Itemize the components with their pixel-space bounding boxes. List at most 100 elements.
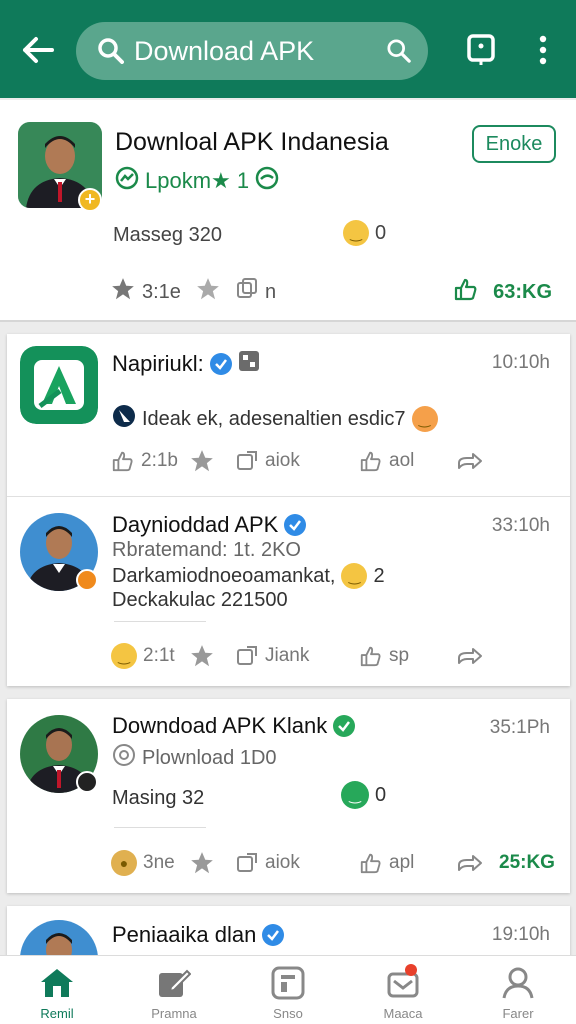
post-time: 33:10h bbox=[491, 515, 550, 536]
verified-icon bbox=[333, 715, 356, 737]
forward-icon[interactable] bbox=[457, 641, 483, 671]
post-author[interactable]: Downdoad APK Klank bbox=[112, 713, 356, 739]
post-line-2-text: Darkamiodnoeoamankat, bbox=[112, 564, 336, 587]
post-time: 35:1Ph bbox=[489, 717, 550, 738]
more-vert-icon[interactable] bbox=[526, 32, 560, 68]
divider bbox=[114, 827, 206, 828]
download-count-group[interactable]: 63:KG bbox=[453, 276, 552, 308]
like-action[interactable]: 2:1b bbox=[111, 446, 178, 476]
share-label: aiok bbox=[265, 450, 300, 471]
divider bbox=[114, 621, 206, 622]
post-time: 19:10h bbox=[491, 924, 550, 945]
trend-icon bbox=[115, 166, 139, 196]
reaction-action[interactable]: ● 3ne bbox=[111, 848, 175, 878]
post-line-3: Deckakulac 221500 bbox=[112, 589, 288, 611]
nav-label: Pramna bbox=[151, 1006, 197, 1021]
post-author-name: Downdoad APK Klank bbox=[112, 713, 328, 738]
post-actions: ● 3ne aiok apl 25:KG bbox=[111, 848, 555, 878]
smile-emoji-icon: ‿ bbox=[341, 781, 369, 809]
nav-home[interactable]: Remil bbox=[9, 964, 105, 1024]
reaction-group[interactable]: ‿ 0 bbox=[341, 781, 386, 809]
nav-label: Snso bbox=[273, 1006, 303, 1021]
post-author-name: Napiriukl: bbox=[112, 351, 204, 376]
post-time: 10:10h bbox=[491, 352, 550, 373]
nav-media[interactable]: Snso bbox=[240, 964, 336, 1024]
inbox-icon bbox=[383, 964, 423, 1002]
reaction-action[interactable]: ‿ 2:1t bbox=[111, 641, 175, 671]
share-action[interactable]: aiok bbox=[235, 848, 300, 878]
notification-dot-icon bbox=[405, 964, 417, 976]
search-icon bbox=[96, 36, 126, 66]
thumbs-action[interactable]: aol bbox=[359, 446, 414, 476]
post-actions: 2:1b aiok aol bbox=[111, 446, 551, 476]
star-icon[interactable] bbox=[110, 276, 136, 308]
reaction-count: 3ne bbox=[143, 852, 175, 873]
forward-count[interactable]: 25:KG bbox=[457, 848, 555, 878]
star-outline-icon[interactable] bbox=[195, 276, 221, 308]
share-label: Jiank bbox=[265, 645, 310, 666]
app-subtitle-text: Lpokm★ 1 bbox=[145, 168, 250, 193]
post-author[interactable]: Daynioddad APK bbox=[112, 512, 307, 538]
smile-emoji-icon: ‿ bbox=[341, 563, 368, 589]
reaction-group[interactable]: ‿ 0 bbox=[343, 220, 386, 246]
search-bar[interactable]: Download APK bbox=[76, 22, 428, 80]
forward-icon[interactable] bbox=[457, 446, 483, 476]
post-line-2: Darkamiodnoeoamankat, ‿ 2 bbox=[112, 563, 385, 589]
post-card: Napiriukl: 10:10h Ideak ek, adesenaltien… bbox=[7, 334, 570, 686]
star-icon[interactable] bbox=[189, 641, 215, 671]
share-action[interactable]: aiok bbox=[235, 446, 300, 476]
status-badge-icon bbox=[76, 771, 98, 793]
verified-icon bbox=[284, 514, 307, 536]
thumbs-label: apl bbox=[389, 852, 415, 873]
like-count: 2:1b bbox=[141, 450, 178, 471]
media-icon bbox=[268, 964, 308, 1002]
post-author[interactable]: Napiriukl: bbox=[112, 350, 260, 378]
media-tag-icon bbox=[238, 350, 260, 378]
app-title: Downloal APK Indanesia bbox=[115, 128, 389, 156]
search-submit-icon[interactable] bbox=[384, 36, 414, 66]
featured-app-card[interactable]: + Downloal APK Indanesia Lpokm★ 1 Enoke … bbox=[0, 100, 576, 322]
thumbs-label: aol bbox=[389, 450, 415, 471]
post-item[interactable]: Downdoad APK Klank 35:1Ph Plownload 1D0 … bbox=[7, 699, 570, 893]
nav-label: Maaca bbox=[383, 1006, 423, 1021]
post-item[interactable]: Daynioddad APK 33:10h Rbratemand: 1t. 2K… bbox=[7, 497, 570, 686]
thumbs-action[interactable]: apl bbox=[359, 848, 414, 878]
post-text: Ideak ek, adesenaltien esdic7 ‿ bbox=[112, 404, 438, 434]
user-avatar bbox=[20, 920, 98, 958]
thumbs-label: sp bbox=[389, 645, 410, 666]
open-button[interactable]: Enoke bbox=[472, 125, 556, 163]
back-arrow-icon[interactable] bbox=[20, 30, 56, 70]
home-icon bbox=[37, 964, 77, 1002]
reaction-count: 0 bbox=[375, 783, 387, 806]
post-author[interactable]: Peniaaika dlan bbox=[112, 922, 285, 948]
top-app-bar: Download APK bbox=[0, 0, 576, 98]
star-icon[interactable] bbox=[189, 446, 215, 476]
feature-actions: 3:1e n bbox=[110, 276, 276, 308]
post-author-name: Daynioddad APK bbox=[112, 512, 279, 537]
search-input[interactable]: Download APK bbox=[134, 36, 384, 67]
post-item[interactable]: Napiriukl: 10:10h Ideak ek, adesenaltien… bbox=[7, 334, 570, 496]
thumbs-action[interactable]: sp bbox=[359, 641, 409, 671]
nav-inbox[interactable]: Maaca bbox=[355, 964, 451, 1024]
pin-icon bbox=[112, 404, 136, 434]
share-action[interactable]: Jiank bbox=[235, 641, 309, 671]
post-item[interactable]: Peniaaika dlan 19:10h bbox=[7, 906, 570, 958]
bookmark-icon[interactable] bbox=[464, 32, 498, 68]
app-subtitle: Lpokm★ 1 bbox=[115, 166, 279, 196]
nav-compose[interactable]: Pramna bbox=[126, 964, 222, 1024]
star-icon[interactable] bbox=[189, 848, 215, 878]
nav-profile[interactable]: Farer bbox=[470, 964, 566, 1024]
copy-icon[interactable] bbox=[235, 277, 259, 307]
nav-label: Farer bbox=[502, 1006, 534, 1021]
smile-emoji-icon: ‿ bbox=[111, 643, 137, 669]
smile-emoji-icon: ‿ bbox=[411, 406, 438, 432]
thumbs-up-icon bbox=[453, 276, 479, 308]
link-icon bbox=[255, 166, 279, 196]
message-count: Masseg 320 bbox=[113, 224, 222, 246]
smile-emoji-icon: ‿ bbox=[343, 220, 369, 246]
forward-count-value: 25:KG bbox=[499, 852, 555, 873]
download-circle-icon bbox=[112, 743, 136, 773]
app-logo-avatar bbox=[20, 346, 98, 424]
post-actions: ‿ 2:1t Jiank sp bbox=[111, 641, 551, 671]
profile-icon bbox=[498, 964, 538, 1002]
